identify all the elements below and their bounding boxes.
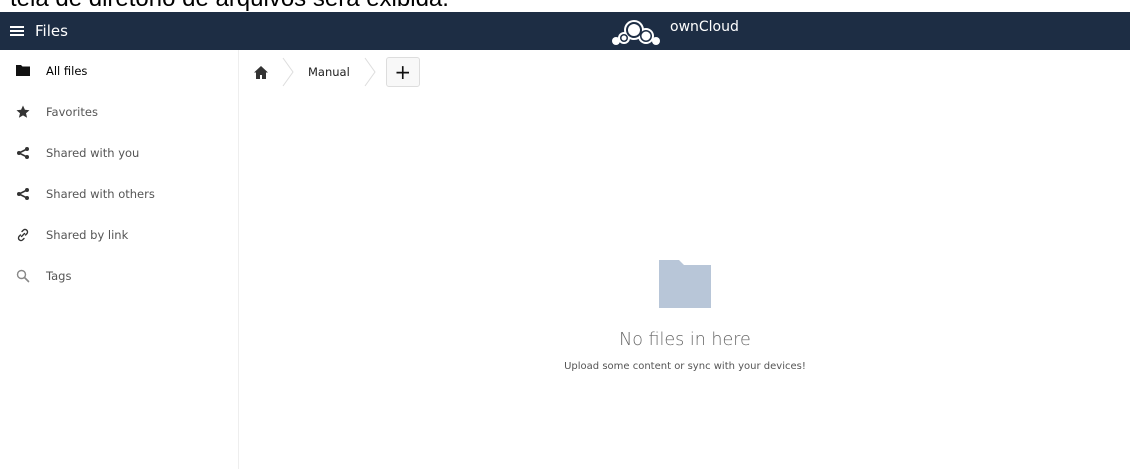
empty-state: No files in here Upload some content or …: [240, 260, 1130, 372]
app-title: Files: [35, 22, 68, 40]
cloud-logo-icon: [612, 20, 660, 45]
search-icon: [16, 269, 30, 283]
sidebar-item-label: Tags: [46, 268, 72, 283]
app-menu-button[interactable]: Files: [10, 12, 68, 50]
sidebar-item-shared-by-link[interactable]: Shared by link: [0, 214, 238, 255]
home-icon: [254, 65, 268, 79]
sidebar-item-label: Shared with others: [46, 186, 155, 201]
breadcrumb-home[interactable]: [240, 50, 282, 94]
sidebar-item-favorites[interactable]: Favorites: [0, 91, 238, 132]
breadcrumb-separator-icon: [282, 57, 294, 87]
sidebar-item-shared-with-you[interactable]: Shared with you: [0, 132, 238, 173]
new-file-button[interactable]: +: [385, 57, 420, 87]
brand-logo[interactable]: ownCloud: [606, 15, 739, 47]
breadcrumb: Manual +: [240, 50, 420, 94]
empty-state-subtitle: Upload some content or sync with your de…: [564, 361, 806, 372]
header-bar: Files ownCloud: [0, 12, 1130, 50]
hamburger-icon: [10, 25, 24, 37]
sidebar: All files Favorites Shared with you Shar…: [0, 50, 239, 469]
sidebar-item-label: Favorites: [46, 104, 98, 119]
breadcrumb-separator-icon: [364, 57, 376, 87]
sidebar-item-label: Shared by link: [46, 227, 129, 242]
breadcrumb-item-manual[interactable]: Manual: [294, 65, 364, 79]
page-caption: tela de diretório de arquivos será exibi…: [0, 0, 1130, 12]
brand-name: ownCloud: [670, 19, 739, 35]
sidebar-item-tags[interactable]: Tags: [0, 255, 238, 296]
empty-state-title: No files in here: [619, 330, 751, 350]
folder-icon: [659, 260, 711, 308]
sidebar-item-label: All files: [46, 63, 88, 78]
share-icon: [16, 187, 30, 201]
folder-icon: [16, 64, 30, 78]
share-icon: [16, 146, 30, 160]
star-icon: [16, 105, 30, 119]
sidebar-item-all-files[interactable]: All files: [0, 50, 238, 91]
sidebar-item-label: Shared with you: [46, 145, 140, 160]
sidebar-item-shared-with-others[interactable]: Shared with others: [0, 173, 238, 214]
link-icon: [16, 228, 30, 242]
